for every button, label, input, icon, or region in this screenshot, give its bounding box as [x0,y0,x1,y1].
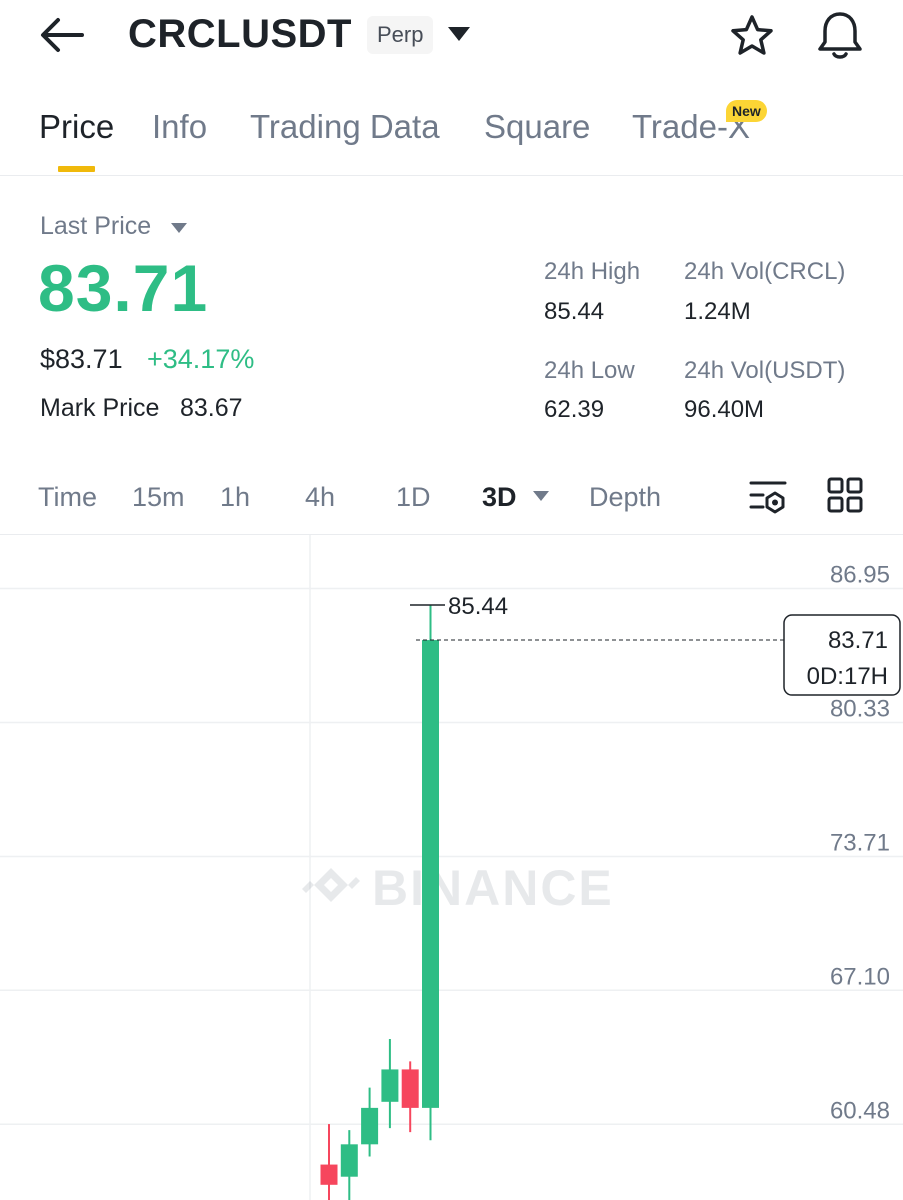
candle-body[interactable] [381,1069,399,1102]
interval-1h[interactable]: 1h [220,482,250,513]
vol-quote-label: 24h Vol(USDT) [684,357,846,384]
tab-info[interactable]: Info [152,108,207,146]
tab-price[interactable]: Price [39,108,114,146]
price-chart[interactable]: BINANCE 85.44 86.95 80.33 73.71 67.10 60.48 … [0,534,903,1200]
tab-square[interactable]: Square [484,108,590,146]
favorite-star-icon[interactable] [728,12,776,60]
mark-price-value: 83.67 [180,394,243,422]
binance-watermark: BINANCE [302,860,614,916]
chart-settings-icon[interactable] [748,478,788,516]
y-axis-tick-label: 67.10 [830,963,890,990]
y-axis-tick-label: 73.71 [830,829,890,856]
interval-time[interactable]: Time [38,482,97,513]
chevron-down-icon[interactable] [170,222,188,234]
candlestick-chart[interactable]: BINANCE 85.44 86.9580.3373.7167.1060.48 … [0,535,903,1200]
candle-countdown-label: 0D:17H [807,663,888,690]
last-price-label[interactable]: Last Price [40,212,151,241]
mark-price-label: Mark Price [40,394,160,422]
candle-body[interactable] [340,1144,358,1177]
high-24h-value: 85.44 [544,298,605,325]
interval-3d[interactable]: 3D [482,482,517,513]
contract-type-badge[interactable]: Perp [367,16,434,54]
bell-icon[interactable] [814,10,866,60]
vol-quote-value: 96.40M [684,396,765,423]
interval-1d[interactable]: 1D [396,482,431,513]
interval-4h[interactable]: 4h [305,482,335,513]
vol-base-label: 24h Vol(CRCL) [684,258,846,285]
y-axis-tick-label: 60.48 [830,1097,890,1124]
vol-base-value: 1.24M [684,298,751,325]
y-axis-tick-label: 86.95 [830,561,890,588]
candle-body[interactable] [320,1164,338,1185]
top-bar: CRCLUSDT Perp [0,0,903,78]
price-change-percent: +34.17% [147,344,255,374]
grid-layout-icon[interactable] [826,476,864,514]
usd-price: $83.71 [40,344,123,374]
candle-body[interactable] [401,1069,419,1108]
interval-depth[interactable]: Depth [589,482,661,513]
low-24h-label: 24h Low [544,357,635,384]
candle-body[interactable] [361,1107,379,1145]
page-tabs: Price Info Trading Data Square Trade-X [0,100,903,176]
active-tab-indicator [58,166,95,172]
candle-body[interactable] [422,640,439,1108]
symbol-title[interactable]: CRCLUSDT [128,12,352,57]
current-price-tag: 83.71 0D:17H [783,614,901,696]
y-axis-tick-label: 80.33 [830,695,890,722]
low-24h-value: 62.39 [544,396,605,423]
chevron-down-icon[interactable] [445,24,473,44]
high-price-marker: 85.44 [448,593,508,620]
current-price-label: 83.71 [828,627,888,654]
high-24h-label: 24h High [544,258,641,285]
last-price-value: 83.71 [38,251,209,325]
chevron-down-icon[interactable] [532,490,550,502]
tab-trading-data[interactable]: Trading Data [250,108,440,146]
back-arrow-icon[interactable] [38,14,86,56]
svg-text:BINANCE: BINANCE [372,860,614,916]
interval-15m[interactable]: 15m [132,482,185,513]
new-badge: New [726,100,767,122]
